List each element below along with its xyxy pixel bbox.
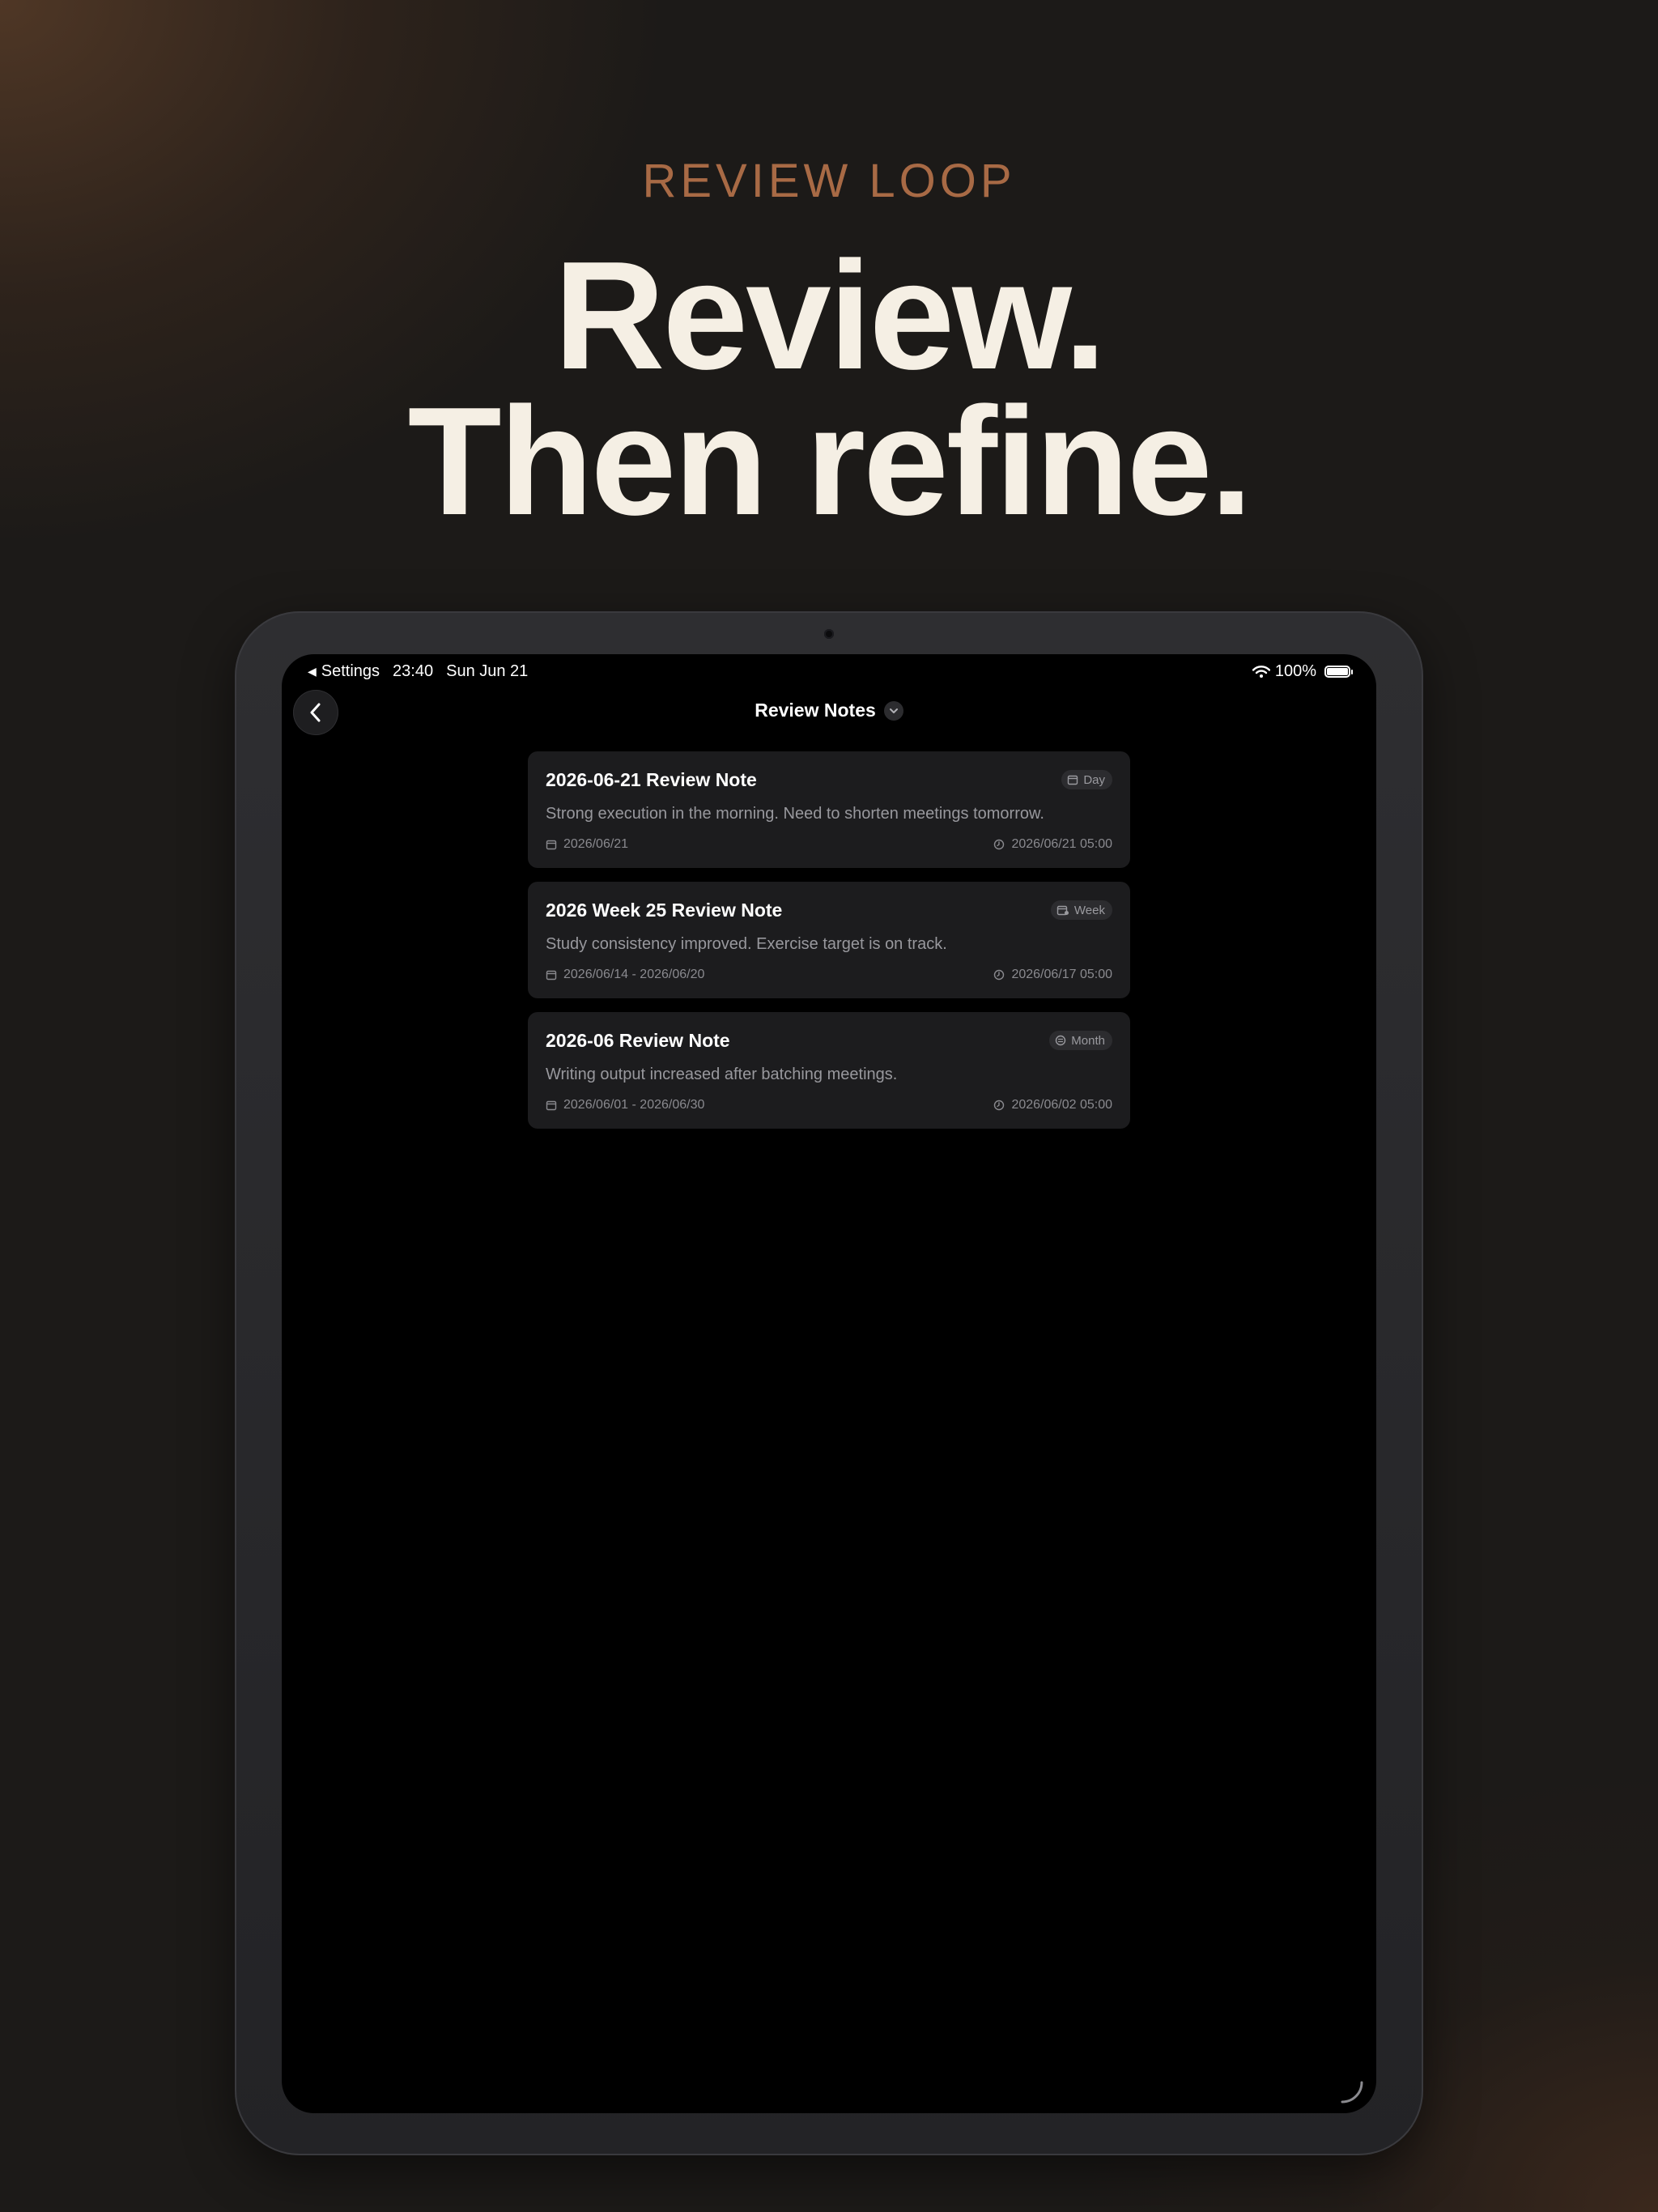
review-note-card[interactable]: 2026-06 Review Note Month Writing output… [528,1012,1130,1129]
note-range-text: 2026/06/01 - 2026/06/30 [563,1098,705,1112]
note-meta: 2026/06/01 - 2026/06/30 2026/06/02 05:00 [546,1098,1112,1112]
note-range: 2026/06/01 - 2026/06/30 [546,1098,704,1112]
note-summary: Study consistency improved. Exercise tar… [546,935,947,953]
review-note-card[interactable]: 2026-06-21 Review Note Day Strong execut… [528,751,1130,868]
hero-headline-line-1: Review. [554,230,1107,402]
note-range: 2026/06/21 [546,837,628,852]
wifi-icon [1252,665,1270,678]
status-right: 100% [1252,662,1353,681]
status-bar: ◀ Settings 23:40 Sun Jun 21 100% [282,654,1376,688]
status-time: 23:40 [393,662,434,680]
note-created: 2026/06/02 05:00 [993,1098,1112,1112]
period-badge: Week [1050,900,1112,920]
period-badge-label: Week [1073,903,1105,917]
note-meta: 2026/06/14 - 2026/06/20 2026/06/17 05:00 [546,968,1112,982]
battery-icon [1324,666,1353,678]
period-badge-label: Month [1071,1033,1105,1048]
note-range-text: 2026/06/14 - 2026/06/20 [563,968,705,981]
period-badge-label: Day [1083,772,1105,787]
note-title: 2026 Week 25 Review Note [546,900,783,921]
note-range-text: 2026/06/21 [563,837,629,851]
calendar-week-icon [1056,905,1069,916]
calendar-icon [546,970,557,981]
calendar-icon [546,840,557,850]
calendar-day-icon [1068,775,1078,785]
review-note-card[interactable]: 2026 Week 25 Review Note Week Study cons… [528,882,1130,998]
tablet-screen: ◀ Settings 23:40 Sun Jun 21 100% Review … [282,654,1376,2113]
note-range: 2026/06/14 - 2026/06/20 [546,968,704,982]
tablet-device: ◀ Settings 23:40 Sun Jun 21 100% Review … [235,611,1423,2155]
clock-icon [994,969,1005,981]
note-title: 2026-06 Review Note [546,1030,730,1051]
hero-eyebrow: REVIEW LOOP [642,155,1016,207]
note-summary: Strong execution in the morning. Need to… [546,805,1044,823]
note-created-text: 2026/06/17 05:00 [1011,968,1112,981]
note-meta: 2026/06/21 2026/06/21 05:00 [546,837,1112,852]
note-created-text: 2026/06/21 05:00 [1011,837,1112,851]
nav-title-menu[interactable]: Review Notes [282,700,1376,721]
note-summary: Writing output increased after batching … [546,1066,898,1083]
hero-headline-line-2: Then refine. [407,376,1253,547]
front-camera [824,629,834,639]
period-badge: Day [1061,770,1112,789]
status-date: Sun Jun 21 [446,662,529,680]
chevron-down-icon [889,708,898,713]
battery-percent: 100% [1274,662,1316,680]
back-to-app-label[interactable]: Settings [321,662,380,681]
clock-icon [994,1100,1005,1111]
status-left: ◀ Settings 23:40 Sun Jun 21 [308,662,528,681]
resize-handle-icon[interactable] [1339,2079,1365,2105]
period-badge: Month [1049,1031,1112,1050]
clock-icon [994,839,1005,850]
calendar-icon [546,1100,557,1111]
note-title: 2026-06-21 Review Note [546,769,757,790]
hero-headline: Review. Then refine. [0,230,1658,547]
page-title: Review Notes [755,700,876,721]
note-created: 2026/06/21 05:00 [993,837,1112,852]
note-created-text: 2026/06/02 05:00 [1011,1098,1112,1112]
back-to-app-icon[interactable]: ◀ [308,665,317,678]
review-notes-list: 2026-06-21 Review Note Day Strong execut… [528,751,1130,1142]
title-menu-button[interactable] [883,700,903,721]
calendar-month-icon [1056,1035,1066,1046]
note-created: 2026/06/17 05:00 [993,968,1112,982]
